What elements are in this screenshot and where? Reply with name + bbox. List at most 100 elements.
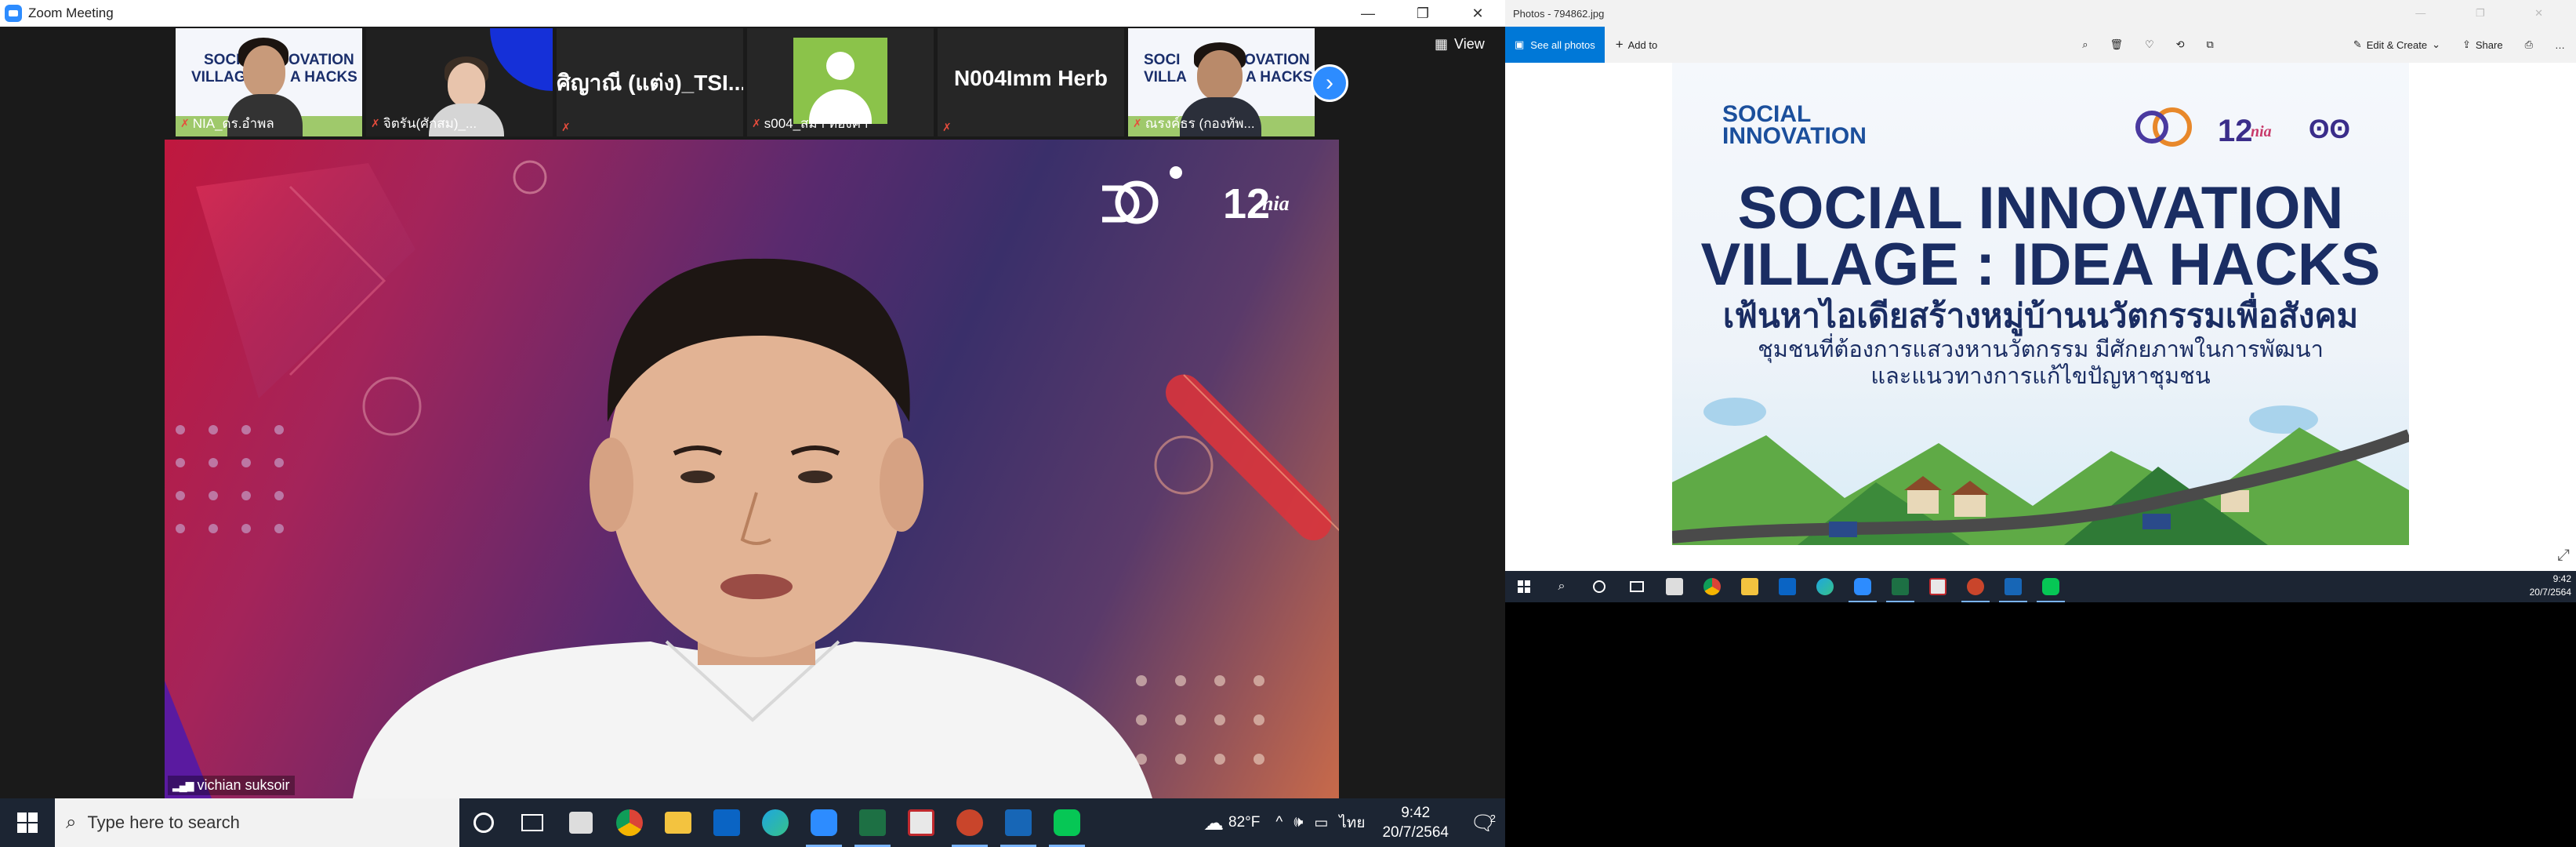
- chrome-icon[interactable]: [1693, 571, 1731, 602]
- signal-strength-icon: ▂▄▆: [172, 779, 194, 791]
- mic-muted-icon: ✗: [371, 117, 380, 129]
- photos-library-icon: ▣: [1515, 38, 1525, 50]
- participant-label: ✗ ณรงค์ธร (กองทัพ...: [1133, 116, 1255, 131]
- mic-muted-icon: ✗: [180, 117, 190, 129]
- notification-center-icon[interactable]: 🗨 2: [1461, 811, 1505, 835]
- participant-thumbnail[interactable]: ศิญาณี (แต่ง)_TSI... ✗: [557, 28, 743, 136]
- volume-icon[interactable]: 🕪: [1293, 814, 1303, 831]
- taskbar-clock[interactable]: 9:42 20/7/2564: [1370, 803, 1461, 842]
- window-controls[interactable]: — ❐ ✕: [2415, 7, 2567, 20]
- search-icon: ⌕: [66, 812, 77, 833]
- poster-headline-2: VILLAGE : IDEA HACKS: [1700, 231, 2381, 298]
- task-view-icon[interactable]: [508, 798, 557, 847]
- photos-icon[interactable]: [994, 798, 1043, 847]
- zoom-in-button[interactable]: ⌕: [2071, 27, 2099, 63]
- grid-view-icon: ▦: [1435, 36, 1449, 52]
- acrobat-icon[interactable]: [897, 798, 945, 847]
- add-to-button[interactable]: + Add to: [1605, 27, 1669, 63]
- share-icon: ⇪: [2462, 38, 2471, 50]
- search-icon[interactable]: ⌕: [1543, 571, 1580, 602]
- restore-icon[interactable]: ❐: [1395, 0, 1450, 27]
- line-icon[interactable]: [1043, 798, 1091, 847]
- trash-icon: 🗑: [2110, 38, 2123, 50]
- powerpoint-icon[interactable]: [1957, 571, 1994, 602]
- cortana-icon[interactable]: [1580, 571, 1618, 602]
- poster-thai-title: เฟ้นหาไอเดียสร้างหมู่บ้านนวัตกรรมเพื่อสั…: [1722, 297, 2359, 334]
- participant-display-name: ศิญาณี (แต่ง)_TSI...: [557, 71, 743, 95]
- photos-screen: Photos - 794862.jpg — ❐ ✕ ▣ See all phot…: [1505, 0, 2576, 847]
- print-icon: ⎙: [2524, 38, 2533, 50]
- rotate-button[interactable]: ⟲: [2165, 27, 2196, 63]
- outlook-icon[interactable]: [702, 798, 751, 847]
- battery-icon[interactable]: ▭: [1314, 814, 1328, 832]
- face: [243, 45, 285, 97]
- svg-text:nia: nia: [1262, 192, 1290, 215]
- poster-headline-1: SOCIAL INNOVATION: [1737, 175, 2344, 242]
- more-options-button[interactable]: …: [2544, 27, 2576, 63]
- village-illustration: [1672, 398, 2409, 545]
- chevron-up-icon[interactable]: ^: [1275, 814, 1283, 831]
- chevron-down-icon: ⌄: [2432, 38, 2440, 50]
- taskbar-search-box[interactable]: ⌕ Type here to search: [55, 798, 459, 847]
- line-icon[interactable]: [2032, 571, 2070, 602]
- print-button[interactable]: ⎙: [2514, 27, 2544, 63]
- zoom-taskbar-icon[interactable]: [1844, 571, 1881, 602]
- weather-icon[interactable]: ☁: [1203, 811, 1224, 835]
- outlook-icon[interactable]: [1769, 571, 1806, 602]
- excel-icon[interactable]: [1881, 571, 1919, 602]
- face: [1197, 50, 1243, 100]
- file-explorer-icon[interactable]: [1731, 571, 1769, 602]
- delete-button[interactable]: 🗑: [2099, 27, 2134, 63]
- store-icon[interactable]: [557, 798, 605, 847]
- photos-icon[interactable]: [1994, 571, 2032, 602]
- zoom-screen: Zoom Meeting — ❐ ✕ SOCIAL OVATION VILLAG…: [0, 0, 1505, 847]
- social-innovation-logo: SOCIAL INNOVATION: [1722, 101, 1867, 149]
- language-indicator[interactable]: ไทย: [1339, 811, 1365, 834]
- photo-viewer: SOCIAL INNOVATION 12 nia ʘʘ SOCIAL INNOV…: [1505, 63, 2576, 571]
- svg-text:A HACKS: A HACKS: [1246, 69, 1313, 85]
- edit-icon: ✎: [2353, 38, 2362, 50]
- mic-muted-icon: ✗: [1133, 117, 1142, 129]
- participant-label: ✗ จิตรัน(ศักสม)_...: [371, 116, 477, 131]
- share-button[interactable]: ⇪ Share: [2451, 27, 2514, 63]
- participant-thumbnail[interactable]: N004Imm Herb ✗: [938, 28, 1124, 136]
- edge-icon[interactable]: [1806, 571, 1844, 602]
- cortana-icon[interactable]: [459, 798, 508, 847]
- participant-strip: SOCIAL OVATION VILLAG A HACKS ✗ NIA_ดร.อำ…: [176, 28, 1315, 136]
- view-button[interactable]: ▦ View: [1435, 36, 1485, 53]
- start-button[interactable]: [0, 798, 55, 847]
- close-icon[interactable]: ✕: [1450, 0, 1505, 27]
- active-speaker-video: 12 nia ▂▄▆ vichian suksoir: [165, 140, 1339, 798]
- participant-label: ✗ NIA_ดร.อำพล: [180, 116, 274, 131]
- excel-icon[interactable]: [848, 798, 897, 847]
- participant-thumbnail[interactable]: ✗ s004_สมา ทองคำ: [747, 28, 934, 136]
- minimize-icon[interactable]: —: [1341, 0, 1395, 27]
- taskbar-clock-secondary[interactable]: 9:42 20/7/2564: [2530, 573, 2571, 599]
- edit-create-button[interactable]: ✎ Edit & Create ⌄: [2342, 27, 2451, 63]
- next-page-button[interactable]: ›: [1311, 64, 1348, 102]
- weather-temp[interactable]: 82°F: [1228, 814, 1260, 831]
- participant-thumbnail[interactable]: ✗ จิตรัน(ศักสม)_...: [366, 28, 553, 136]
- edge-icon[interactable]: [751, 798, 800, 847]
- favorite-button[interactable]: ♡: [2134, 27, 2165, 63]
- svg-text:ʘʘ: ʘʘ: [2309, 115, 2350, 144]
- crop-button[interactable]: ⧉: [2196, 27, 2225, 63]
- powerpoint-icon[interactable]: [945, 798, 994, 847]
- background-blue: [490, 28, 553, 91]
- windows-taskbar: ⌕ Type here to search ☁ 82°F ^ 🕪 ▭ ไทย 9…: [0, 798, 1505, 847]
- windows-taskbar-secondary: ⌕ 9:42 20/7/2564: [1505, 571, 2576, 602]
- participant-thumbnail[interactable]: SOCI OVATION VILLA A HACKS ✗ ณรงค์ธร (กอง…: [1128, 28, 1315, 136]
- file-explorer-icon[interactable]: [654, 798, 702, 847]
- zoom-icon: ⌕: [2082, 38, 2088, 50]
- zoom-title-bar: Zoom Meeting — ❐ ✕: [0, 0, 1505, 27]
- start-button[interactable]: [1505, 571, 1543, 602]
- acrobat-icon[interactable]: [1919, 571, 1957, 602]
- participant-thumbnail[interactable]: SOCIAL OVATION VILLAG A HACKS ✗ NIA_ดร.อำ…: [176, 28, 362, 136]
- participant-display-name: N004Imm Herb: [953, 66, 1108, 90]
- store-icon[interactable]: [1656, 571, 1693, 602]
- chrome-icon[interactable]: [605, 798, 654, 847]
- see-all-photos-button[interactable]: ▣ See all photos: [1505, 27, 1605, 63]
- task-view-icon[interactable]: [1618, 571, 1656, 602]
- full-screen-icon[interactable]: ⤢: [2557, 547, 2570, 565]
- zoom-taskbar-icon[interactable]: [800, 798, 848, 847]
